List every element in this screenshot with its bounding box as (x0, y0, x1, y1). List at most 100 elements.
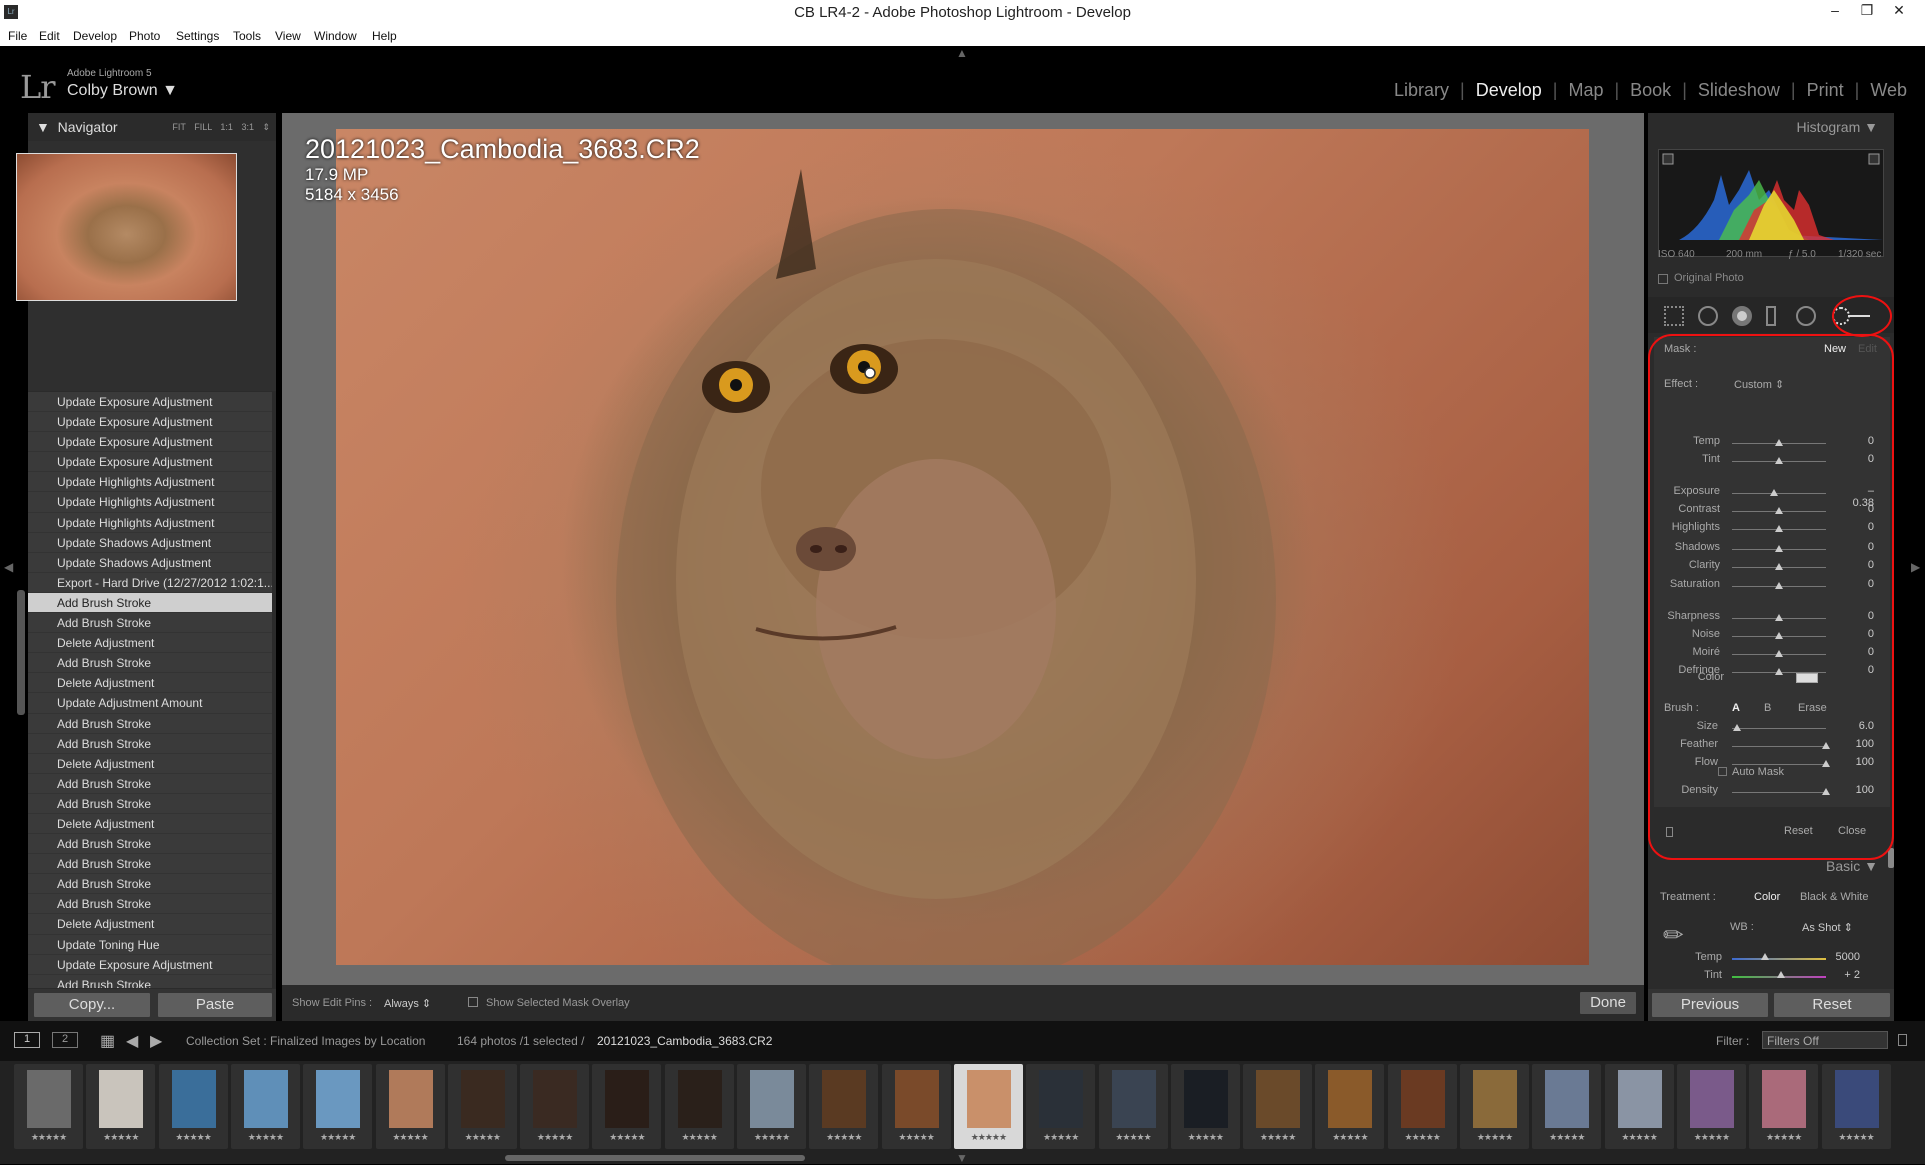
right-panel-toggle-icon[interactable]: ▶ (1911, 560, 1920, 574)
module-web[interactable]: Web (1870, 80, 1907, 100)
history-item[interactable]: Add Brush Stroke (28, 854, 272, 875)
filmstrip-thumbnail[interactable]: ★★★★★ (375, 1064, 445, 1149)
history-item[interactable]: Update Toning Hue (28, 934, 272, 955)
identity-plate[interactable]: Colby Brown ▼ (67, 82, 178, 100)
filmstrip-thumbnail[interactable]: ★★★★★ (737, 1064, 806, 1149)
reset-button[interactable]: Reset (1774, 993, 1890, 1017)
history-item[interactable]: Update Highlights Adjustment (28, 492, 272, 513)
original-photo-checkbox[interactable] (1658, 274, 1668, 284)
left-scrollbar[interactable] (17, 590, 25, 715)
filmstrip-thumbnail[interactable]: ★★★★★ (86, 1064, 156, 1149)
filmstrip-thumbnail[interactable]: ★★★★★ (809, 1064, 879, 1149)
filmstrip-thumbnail[interactable]: ★★★★★ (158, 1064, 228, 1149)
forward-arrow-icon[interactable]: ▶ (150, 1031, 162, 1051)
filmstrip-thumbnail[interactable]: ★★★★★ (1315, 1064, 1385, 1149)
wb-temp-track[interactable] (1732, 958, 1826, 960)
paste-button[interactable]: Paste (158, 993, 272, 1017)
spot-removal-icon[interactable] (1698, 306, 1718, 326)
history-item[interactable]: Update Exposure Adjustment (28, 954, 272, 975)
navigator-thumbnail[interactable] (16, 153, 237, 301)
filmstrip-thumbnail[interactable]: ★★★★★ (953, 1064, 1023, 1149)
navigator-title[interactable]: ▼ Navigator (36, 119, 118, 135)
menu-settings[interactable]: Settings (176, 29, 219, 43)
minimize-button[interactable]: – (1820, 2, 1850, 18)
copy-button[interactable]: Copy... (34, 993, 150, 1017)
previous-button[interactable]: Previous (1652, 993, 1768, 1017)
history-item[interactable]: Update Highlights Adjustment (28, 512, 272, 533)
module-develop[interactable]: Develop (1476, 80, 1542, 100)
close-button[interactable]: ✕ (1884, 2, 1914, 19)
filmstrip-thumbnail[interactable]: ★★★★★ (447, 1064, 517, 1149)
module-map[interactable]: Map (1568, 80, 1603, 100)
menu-window[interactable]: Window (314, 29, 357, 43)
grid-view-icon[interactable]: ▦ (100, 1031, 115, 1051)
history-item[interactable]: Add Brush Stroke (28, 773, 272, 794)
filmstrip-thumbnail[interactable]: ★★★★★ (1170, 1064, 1240, 1149)
history-item[interactable]: Add Brush Stroke (28, 592, 272, 614)
filmstrip-thumbnail[interactable]: ★★★★★ (1749, 1064, 1819, 1149)
done-button[interactable]: Done (1580, 992, 1636, 1014)
module-print[interactable]: Print (1807, 80, 1844, 100)
navigator-zoom-options[interactable]: FIT FILL 1:1 3:1 ⇕ (172, 122, 270, 133)
filmstrip-thumbnail[interactable]: ★★★★★ (1821, 1064, 1891, 1149)
filter-lock-icon[interactable] (1898, 1034, 1907, 1046)
module-book[interactable]: Book (1630, 80, 1671, 100)
collapse-top-icon[interactable]: ▲ (956, 46, 968, 60)
filmstrip-thumbnail[interactable]: ★★★★★ (520, 1064, 590, 1149)
left-panel-toggle-icon[interactable]: ◀ (4, 560, 13, 574)
history-item[interactable]: Update Exposure Adjustment (28, 452, 272, 473)
history-item[interactable]: Add Brush Stroke (28, 793, 272, 814)
eyedropper-icon[interactable]: ✎ (1657, 918, 1692, 953)
history-item[interactable]: Update Exposure Adjustment (28, 432, 272, 453)
history-item[interactable]: Update Shadows Adjustment (28, 552, 272, 573)
second-window-toggle[interactable]: 2 (52, 1032, 78, 1048)
history-item[interactable]: Update Adjustment Amount (28, 693, 272, 714)
right-scrollbar[interactable] (1888, 848, 1894, 868)
history-item[interactable]: Delete Adjustment (28, 914, 272, 935)
menu-view[interactable]: View (275, 29, 301, 43)
menu-photo[interactable]: Photo (129, 29, 160, 43)
filmstrip-thumbnail[interactable]: ★★★★★ (1387, 1064, 1457, 1149)
restore-button[interactable]: ❐ (1852, 2, 1882, 19)
main-photo[interactable] (336, 129, 1589, 989)
filmstrip-thumbnail[interactable]: ★★★★★ (1604, 1064, 1674, 1149)
back-arrow-icon[interactable]: ◀ (126, 1031, 138, 1051)
basic-title[interactable]: Basic ▼ (1826, 858, 1878, 874)
filmstrip-thumbnail[interactable]: ★★★★★ (881, 1064, 951, 1149)
history-item[interactable]: Add Brush Stroke (28, 613, 272, 634)
red-eye-icon[interactable] (1732, 306, 1752, 326)
history-item[interactable]: Export - Hard Drive (12/27/2012 1:02:1..… (28, 572, 272, 593)
filmstrip-thumbnail[interactable]: ★★★★★ (1026, 1064, 1096, 1149)
filmstrip-thumbnail[interactable]: ★★★★★ (1676, 1064, 1746, 1149)
histogram-title[interactable]: Histogram ▼ (1796, 119, 1878, 135)
history-item[interactable]: Add Brush Stroke (28, 894, 272, 915)
filmstrip-thumbnail[interactable]: ★★★★★ (303, 1064, 373, 1149)
menu-tools[interactable]: Tools (233, 29, 261, 43)
filmstrip-scrollbar[interactable] (505, 1155, 805, 1161)
filmstrip-thumbnail[interactable]: ★★★★★ (1098, 1064, 1168, 1149)
history-item[interactable]: Update Shadows Adjustment (28, 532, 272, 553)
history-item[interactable]: Update Exposure Adjustment (28, 412, 272, 433)
filmstrip-thumbnail[interactable]: ★★★★★ (14, 1064, 83, 1149)
module-library[interactable]: Library (1394, 80, 1449, 100)
menu-edit[interactable]: Edit (39, 29, 60, 43)
collapse-bottom-icon[interactable]: ▼ (956, 1151, 968, 1165)
menu-develop[interactable]: Develop (73, 29, 117, 43)
radial-filter-icon[interactable] (1796, 306, 1816, 326)
collection-path[interactable]: Collection Set : Finalized Images by Loc… (186, 1034, 425, 1048)
crop-icon[interactable] (1664, 306, 1684, 326)
history-item[interactable]: Add Brush Stroke (28, 874, 272, 895)
wb-temp-thumb[interactable] (1760, 953, 1769, 960)
history-item[interactable]: Delete Adjustment (28, 673, 272, 694)
history-item[interactable]: Add Brush Stroke (28, 713, 272, 734)
main-window-toggle[interactable]: 1 (14, 1032, 40, 1048)
graduated-filter-icon[interactable] (1766, 306, 1776, 326)
history-item[interactable]: Add Brush Stroke (28, 653, 272, 674)
filmstrip-thumbnail[interactable]: ★★★★★ (1532, 1064, 1602, 1149)
wb-tint-thumb[interactable] (1776, 971, 1785, 978)
wb-select[interactable]: As Shot ⇕ (1802, 921, 1853, 934)
history-item[interactable]: Add Brush Stroke (28, 974, 272, 988)
filmstrip-thumbnail[interactable]: ★★★★★ (1460, 1064, 1529, 1149)
history-item[interactable]: Update Exposure Adjustment (28, 392, 272, 413)
history-item[interactable]: Delete Adjustment (28, 753, 272, 774)
